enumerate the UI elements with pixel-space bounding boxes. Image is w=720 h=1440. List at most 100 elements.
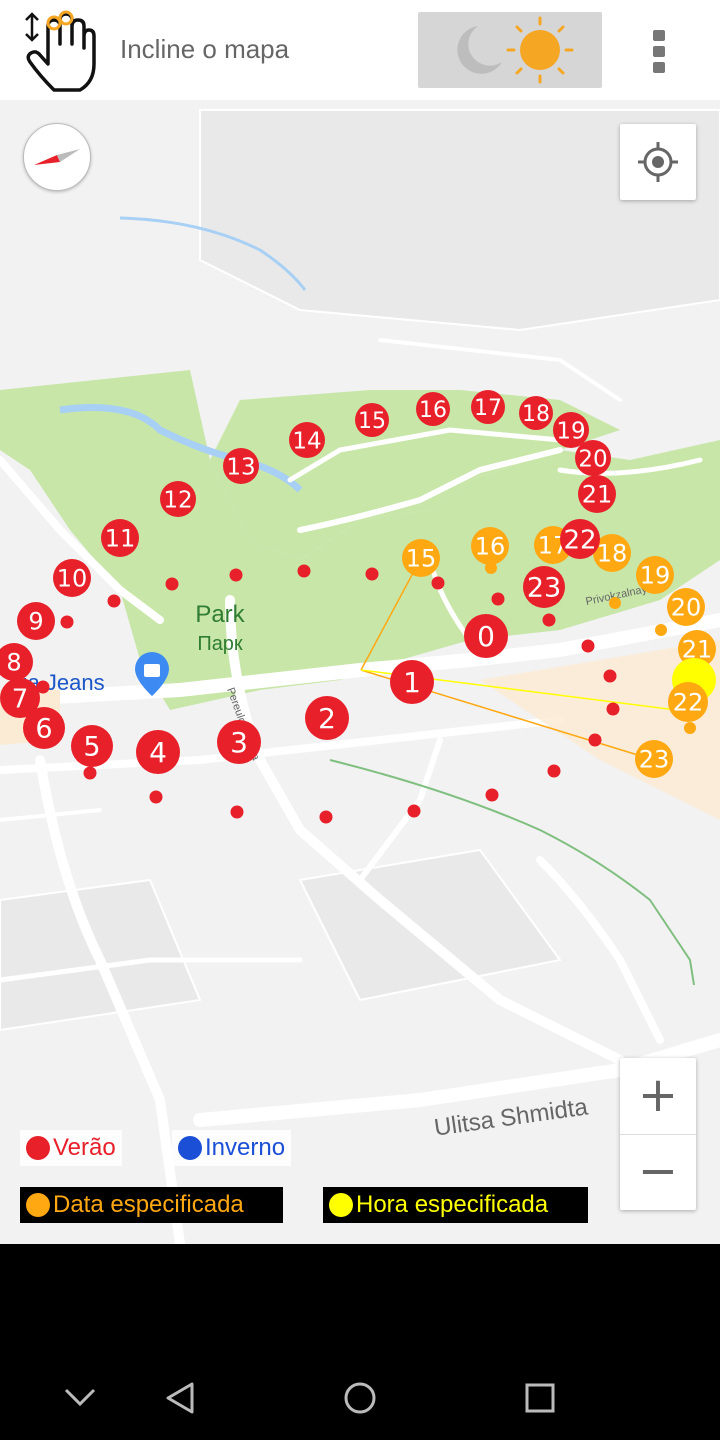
more-vert-icon[interactable]: [640, 24, 680, 76]
svg-text:18: 18: [597, 540, 628, 568]
svg-text:15: 15: [406, 545, 437, 573]
date-hour-marker: 23: [635, 740, 673, 778]
sun-path-dot: [588, 733, 602, 747]
svg-text:23: 23: [527, 573, 561, 604]
sun-path-dot: [365, 567, 379, 581]
compass-button[interactable]: [23, 123, 91, 191]
home-icon[interactable]: [330, 1368, 390, 1428]
summer-dot-icon: [26, 1136, 50, 1160]
zoom-out-button[interactable]: −: [620, 1134, 696, 1210]
sun-path-dot: [230, 805, 244, 819]
svg-text:16: 16: [475, 533, 506, 561]
menu-dot: [653, 62, 665, 73]
page-title: Incline o mapa: [120, 34, 290, 64]
hour-dot-icon: [329, 1193, 353, 1217]
top-bar: Incline o mapa: [0, 0, 720, 100]
sun-path-dot: [603, 669, 617, 683]
svg-text:22: 22: [673, 689, 704, 717]
map-view[interactable]: ParkПаркria JeansUlitsa ShmidtaPereulok …: [0, 100, 720, 1244]
zoom-in-button[interactable]: +: [620, 1058, 696, 1135]
legend-winter-label: Inverno: [205, 1134, 286, 1161]
tilt-hand-icon[interactable]: [18, 10, 104, 92]
svg-text:15: 15: [358, 409, 386, 434]
legend-hour: Hora especificada: [323, 1187, 588, 1223]
svg-text:13: 13: [226, 454, 255, 480]
sun-path-dot: [165, 577, 179, 591]
svg-text:14: 14: [292, 428, 321, 454]
summer-hour-marker: 2: [305, 696, 349, 740]
summer-hour-marker: 20: [575, 440, 611, 476]
sun-path-dot: [297, 564, 311, 578]
sun-path-dot: [229, 568, 243, 582]
recents-icon[interactable]: [510, 1368, 570, 1428]
summer-hour-marker: 21: [578, 475, 616, 513]
svg-text:6: 6: [35, 714, 52, 745]
zoom-controls: + −: [620, 1058, 696, 1210]
svg-text:21: 21: [582, 481, 613, 509]
sun-path-dot: [107, 594, 121, 608]
menu-dot: [653, 30, 665, 41]
svg-text:20: 20: [671, 594, 702, 622]
date-hour-marker: 16: [471, 527, 509, 565]
day-night-toggle[interactable]: [418, 12, 602, 88]
date-hour-marker: 15: [402, 539, 440, 577]
sun-path-dot: [542, 613, 556, 627]
svg-text:10: 10: [57, 565, 88, 593]
date-hour-marker: 22: [668, 682, 708, 722]
winter-dot-icon: [178, 1136, 202, 1160]
date-path-dot: [684, 722, 696, 734]
sun-path-dot: [485, 788, 499, 802]
svg-text:11: 11: [105, 525, 136, 553]
svg-text:19: 19: [640, 562, 671, 590]
sun-icon: [506, 16, 574, 84]
legend-date: Data especificada: [20, 1187, 283, 1223]
date-hour-marker: 19: [636, 556, 674, 594]
moon-icon: [457, 26, 502, 74]
sun-path-dot: [149, 790, 163, 804]
summer-hour-marker: 15: [355, 403, 389, 437]
summer-hour-marker: 18: [519, 396, 553, 430]
back-icon[interactable]: [150, 1368, 210, 1428]
system-nav-bar: [0, 1244, 720, 1440]
sun-path-dot: [83, 766, 97, 780]
compass-icon: [34, 149, 80, 165]
summer-hour-marker: 17: [471, 390, 505, 424]
sun-path-overlay: ParkПаркria JeansUlitsa ShmidtaPereulok …: [0, 390, 716, 1142]
menu-dot: [653, 46, 665, 57]
sun-path-dot: [547, 764, 561, 778]
svg-text:7: 7: [12, 684, 29, 714]
summer-hour-marker: 1: [390, 660, 434, 704]
svg-text:2: 2: [318, 702, 336, 735]
svg-text:1: 1: [403, 666, 421, 699]
chevron-down-icon[interactable]: [50, 1368, 110, 1428]
svg-text:9: 9: [28, 608, 43, 636]
sun-path-dot: [491, 592, 505, 606]
svg-text:23: 23: [639, 746, 670, 774]
svg-text:20: 20: [578, 446, 607, 472]
park-label-ru: Парк: [197, 633, 243, 655]
crosshair-icon: [638, 142, 678, 182]
summer-hour-marker: 7: [0, 678, 40, 718]
legend-winter: Inverno: [172, 1130, 292, 1166]
sun-path-dot: [431, 576, 445, 590]
svg-text:16: 16: [419, 398, 447, 423]
sun-path-dot: [407, 804, 421, 818]
sun-path-dot: [60, 615, 74, 629]
svg-text:5: 5: [83, 732, 100, 763]
legend-date-label: Data especificada: [53, 1191, 244, 1218]
legend-summer: Verão: [20, 1130, 122, 1166]
shopping-bag-icon[interactable]: [135, 652, 169, 696]
svg-text:19: 19: [556, 418, 585, 444]
park-label: Park: [195, 601, 245, 628]
svg-text:4: 4: [149, 736, 167, 769]
summer-hour-marker: 5: [71, 725, 113, 767]
my-location-button[interactable]: [620, 124, 696, 200]
date-dot-icon: [26, 1193, 50, 1217]
summer-hour-marker: 13: [223, 448, 259, 484]
summer-hour-marker: 19: [553, 412, 589, 448]
svg-text:3: 3: [230, 726, 248, 759]
date-path-dot: [655, 624, 667, 636]
sun-path-dot: [319, 810, 333, 824]
svg-text:8: 8: [6, 649, 21, 677]
legend-hour-label: Hora especificada: [356, 1191, 549, 1218]
